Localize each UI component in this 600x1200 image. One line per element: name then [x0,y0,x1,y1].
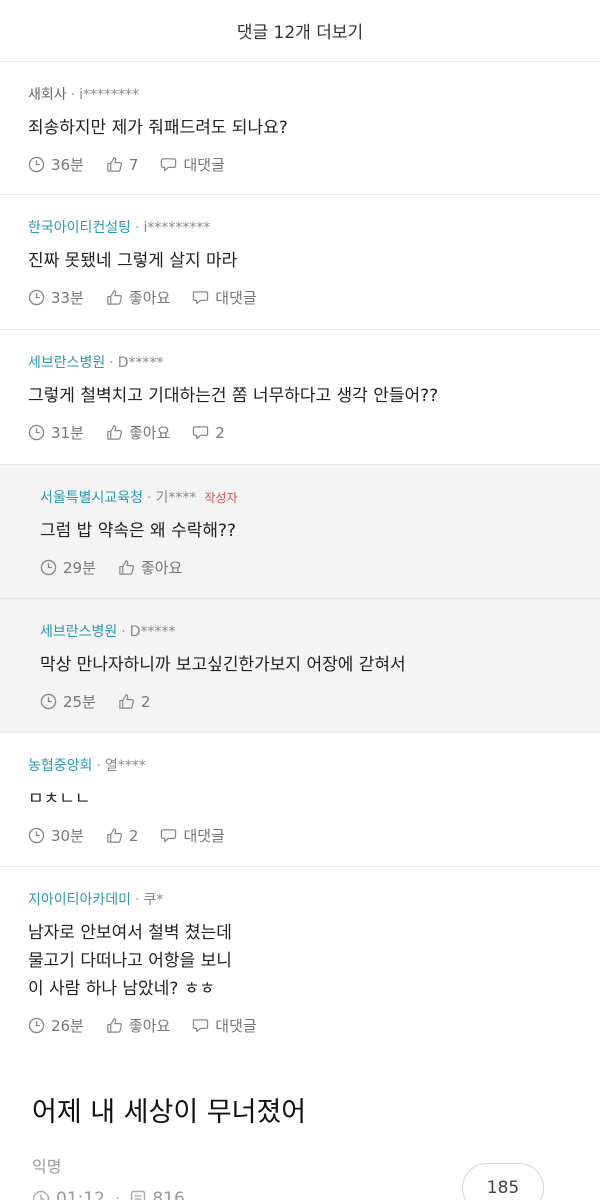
comment-time: 30분 [28,825,84,846]
like-button[interactable]: 좋아요 [106,1015,170,1036]
comment-count-bubble[interactable]: 185 [462,1163,544,1200]
like-button[interactable]: 2 [106,827,138,845]
comment-company[interactable]: 농협중앙회 [28,755,92,775]
comment-item: 한국아이티컨설팅 · i********* 진짜 못됐네 그렇게 살지 마라 3… [0,195,600,330]
like-button[interactable]: 2 [118,693,150,711]
speech-bubble-icon [193,426,209,440]
post-meta: 익명 01:12 · 816 185 [0,1153,600,1200]
like-button[interactable]: 7 [106,156,138,174]
comment-text: 진짜 못됐네 그렇게 살지 마라 [28,251,238,271]
reply-button[interactable]: 대댓글 [192,287,257,308]
clock-icon [28,156,45,173]
comment-company[interactable]: 서울특별시교육청 [40,487,143,507]
comment-user: i******** [79,87,139,103]
comment-item: 지아이티아카데미 · 쿠* 남자로 안보여서 철벽 쳤는데 물고기 다떠나고 어… [0,867,600,1052]
thumbs-up-icon [119,560,134,575]
comment-company[interactable]: 세브란스병원 [40,621,117,641]
comment-text: 그럼 밥 약속은 왜 수락해?? [40,521,237,541]
clock-icon [28,424,45,441]
like-button[interactable]: 좋아요 [118,557,182,578]
reply-button[interactable]: 대댓글 [160,825,225,846]
speech-bubble-icon [193,1019,209,1033]
clock-icon [28,289,45,306]
comment-item: 새회사 · i******** 죄송하지만 제가 줘패드려도 되나요? 36분 … [0,62,600,195]
speech-bubble-icon [193,291,209,305]
like-button[interactable]: 좋아요 [106,287,170,308]
thumbs-up-icon [119,694,134,709]
document-icon [131,1190,146,1200]
clock-icon [28,1017,45,1034]
reply-button[interactable]: 2 [192,424,225,442]
clock-icon [32,1190,50,1200]
thumbs-up-icon [107,1018,122,1033]
comment-time: 25분 [40,691,96,712]
comment-company[interactable]: 세브란스병원 [28,352,105,372]
clock-icon [40,559,57,576]
comment-text: 막상 만나자하니까 보고싶긴한가보지 어장에 갇혀서 [40,655,406,675]
comment-time: 26분 [28,1015,84,1036]
comment-time: 31분 [28,422,84,443]
thumbs-up-icon [107,425,122,440]
reply-comment-item: 세브란스병원 · D***** 막상 만나자하니까 보고싶긴한가보지 어장에 갇… [0,599,600,733]
speech-bubble-icon [161,158,177,172]
clock-icon [28,827,45,844]
more-comments-label: 댓글 12개 더보기 [236,23,364,43]
comment-text: 죄송하지만 제가 줘패드려도 되나요? [28,118,288,138]
comment-count: 185 [486,1178,520,1198]
author-badge: 작성자 [204,491,238,505]
post-title[interactable]: 어제 내 세상이 무너졌어 [0,1090,600,1129]
reply-button[interactable]: 대댓글 [160,154,225,175]
comment-item: 농협중앙회 · 열**** ㅁㅊㄴㄴ 30분 2 대댓글 [0,733,600,867]
more-comments-button[interactable]: 댓글 12개 더보기 [0,0,600,62]
comment-company[interactable]: 한국아이티컨설팅 [28,217,131,237]
comment-user: 쿠* [143,892,164,908]
thumbs-up-icon [107,290,122,305]
comment-company[interactable]: 새회사 [28,84,67,104]
comment-time: 29분 [40,557,96,578]
comment-text: ㅁㅊㄴㄴ [28,789,91,809]
speech-bubble-icon [161,829,177,843]
like-button[interactable]: 좋아요 [106,422,170,443]
reply-comment-item: 서울특별시교육청 · 기**** 작성자 그럼 밥 약속은 왜 수락해?? 29… [0,465,600,599]
thumbs-up-icon [107,157,122,172]
post-views: 816 [130,1189,185,1200]
comment-user: i********* [143,220,211,236]
clock-icon [40,693,57,710]
comment-user: D***** [129,624,176,640]
comment-user: 기**** [155,490,197,506]
post-time: 01:12 [32,1189,105,1200]
comment-company[interactable]: 지아이티아카데미 [28,889,131,909]
comment-user: 열**** [104,758,146,774]
reply-button[interactable]: 대댓글 [192,1015,257,1036]
comment-text: 남자로 안보여서 철벽 쳤는데 물고기 다떠나고 어항을 보니 이 사람 하나 … [28,923,232,999]
comment-time: 33분 [28,287,84,308]
thumbs-up-icon [107,828,122,843]
comment-time: 36분 [28,154,84,175]
comment-item: 세브란스병원 · D***** 그렇게 철벽치고 기대하는건 쫌 너무하다고 생… [0,330,600,465]
comment-user: D***** [117,355,164,371]
comment-text: 그렇게 철벽치고 기대하는건 쫌 너무하다고 생각 안들어?? [28,386,439,406]
